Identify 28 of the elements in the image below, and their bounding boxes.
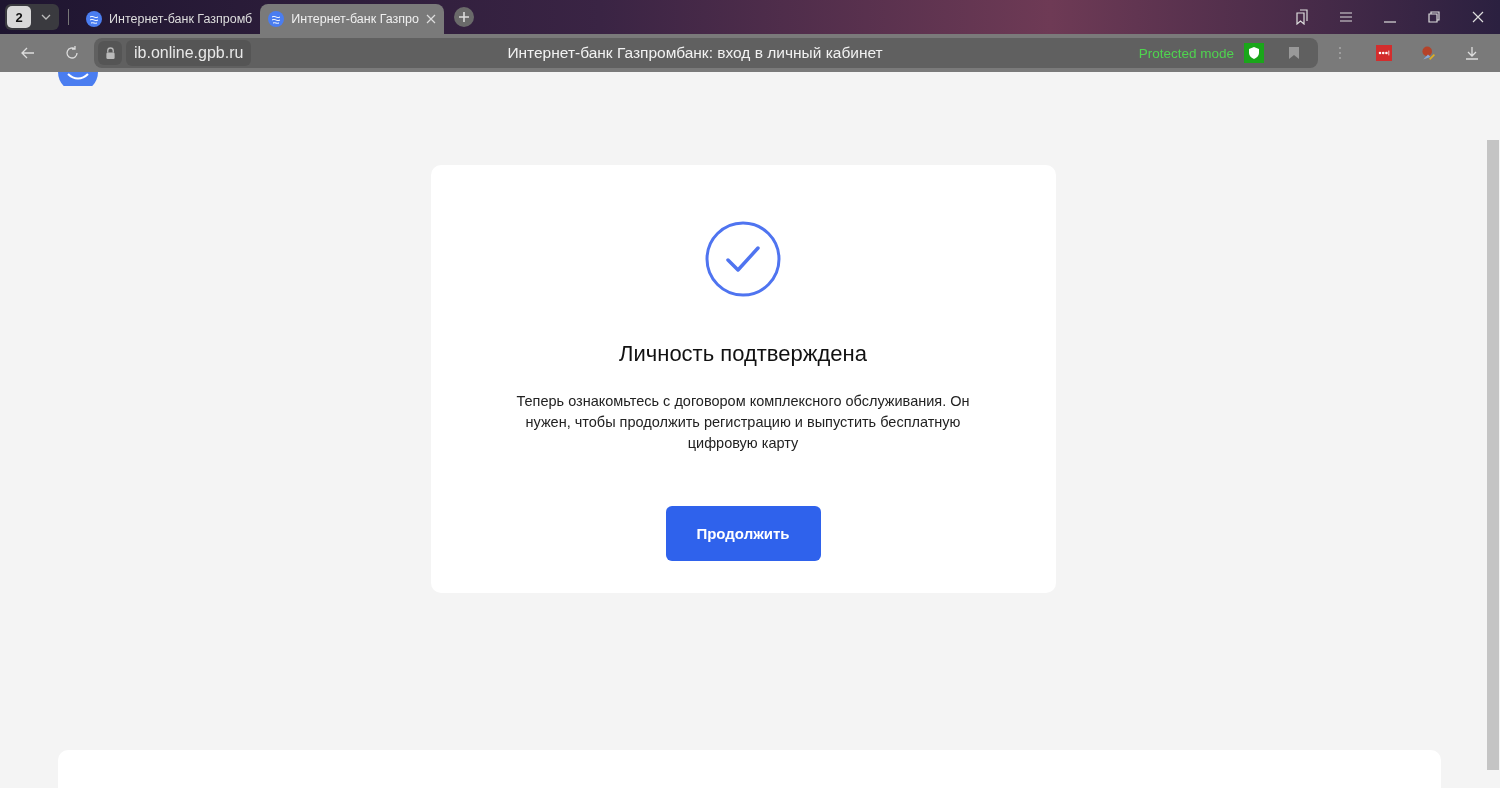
card-title: Личность подтверждена [619,341,867,367]
browser-tab[interactable]: Интернет-банк Газпро [260,4,444,34]
scrollbar-thumb[interactable] [1487,140,1499,770]
browser-tab[interactable]: Интернет-банк Газпромб [78,4,261,34]
close-icon[interactable] [1470,9,1486,25]
menu-icon[interactable] [1338,9,1354,25]
extension-icon[interactable] [1420,45,1436,61]
chevron-down-icon[interactable] [41,14,51,20]
bank-logo-icon [268,11,285,27]
bank-logo-icon [86,11,102,27]
bookmarks-icon[interactable] [1294,9,1310,25]
logo-icon[interactable] [58,72,98,86]
restore-icon[interactable] [1426,9,1442,25]
tab-counter[interactable]: 2 [7,6,31,28]
continue-button[interactable]: Продолжить [665,506,821,561]
password-manager-icon[interactable] [1376,45,1392,61]
protected-mode-label[interactable]: Protected mode [1138,45,1234,61]
shield-icon[interactable] [1244,43,1264,63]
url-field[interactable]: ib.online.gpb.ru [126,40,252,66]
lock-icon[interactable] [98,41,122,65]
new-tab-icon[interactable] [453,7,474,27]
bookmark-icon[interactable] [1288,46,1300,60]
card-text: Теперь ознакомьтесь с договором комплексного обслуживания. Он нужен, чтобы продолжить регистрацию и выпустить бесплатную цифровую карту [515,392,971,453]
back-icon[interactable] [20,45,36,61]
checkmark-icon [705,221,781,297]
download-icon[interactable] [1464,45,1480,61]
page-title: Интернет-банк Газпромбанк: вход в личный кабинет [506,44,884,62]
reload-icon[interactable] [64,45,80,61]
